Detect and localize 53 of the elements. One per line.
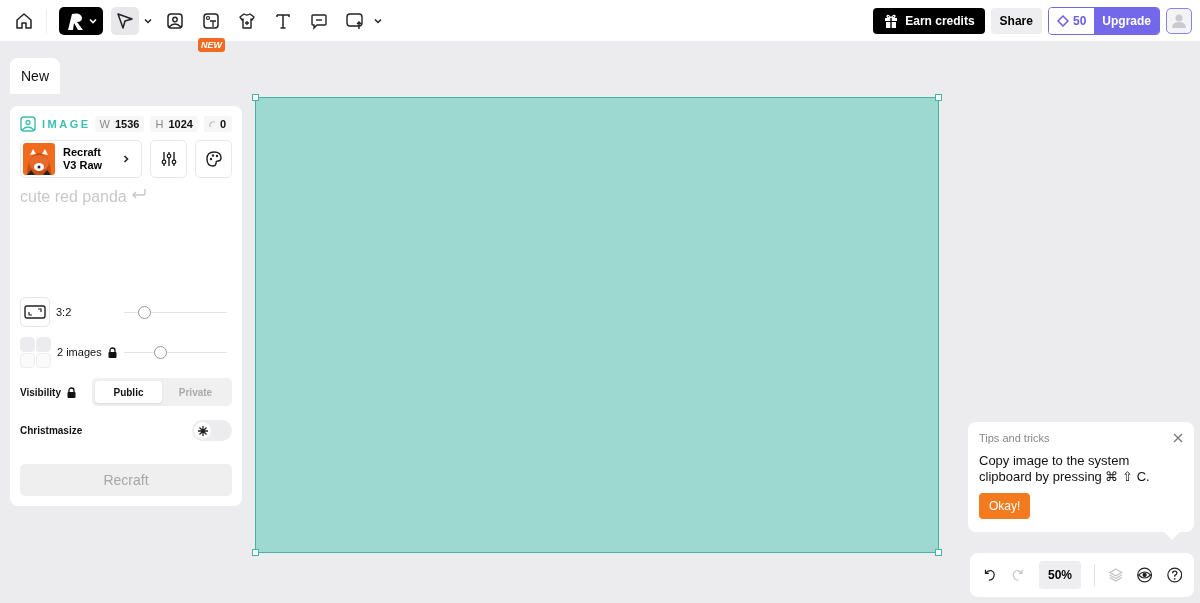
close-icon[interactable] <box>1173 433 1183 443</box>
home-icon[interactable] <box>14 10 34 31</box>
slider-thumb[interactable] <box>137 305 151 319</box>
width-field[interactable]: W 1536 <box>94 116 145 132</box>
resize-handle[interactable] <box>252 549 259 556</box>
new-tab[interactable]: New <box>10 58 60 94</box>
user-icon <box>1171 12 1187 29</box>
image-icon <box>20 116 36 132</box>
diamond-icon <box>1056 14 1069 27</box>
model-selector[interactable]: Recraft V3 Raw <box>20 140 142 178</box>
text-image-icon <box>202 11 220 30</box>
snowflake-icon <box>196 424 209 437</box>
avatar-button[interactable] <box>1166 7 1192 34</box>
slider-thumb[interactable] <box>154 345 168 359</box>
corner-radius-icon <box>208 121 215 127</box>
earn-credits-button[interactable]: Earn credits <box>873 7 985 34</box>
upload-icon <box>345 11 365 30</box>
aspect-ratio-button[interactable] <box>20 297 50 327</box>
gift-icon <box>883 12 900 29</box>
aspect-ratio-icon <box>24 305 46 319</box>
visibility-option[interactable]: Public <box>95 381 162 403</box>
help-icon[interactable] <box>1166 566 1183 584</box>
image-icon <box>166 11 184 30</box>
image-count-label: 2 images <box>57 346 102 358</box>
visibility-label: Visibility <box>20 386 61 398</box>
zoom-button[interactable]: 50% <box>1038 561 1081 589</box>
logo-menu-button[interactable] <box>59 6 103 35</box>
settings-button[interactable] <box>150 140 187 178</box>
new-badge: NEW <box>198 37 225 52</box>
upgrade-button[interactable]: Upgrade <box>1094 7 1159 34</box>
palette-button[interactable] <box>195 140 232 178</box>
pointer-tool-button[interactable] <box>111 6 139 35</box>
resize-handle[interactable] <box>935 549 942 556</box>
comment-icon <box>310 11 328 30</box>
tips-text: Copy image to the system clipboard by pressing ⌘ ⇧ C. <box>979 453 1151 485</box>
text-icon <box>274 11 292 30</box>
share-button[interactable]: Share <box>990 7 1042 34</box>
shirt-icon <box>238 11 256 30</box>
pointer-icon <box>116 11 134 30</box>
christmasize-switch[interactable] <box>192 420 232 441</box>
type-label: IMAGE <box>42 118 91 130</box>
tips-title: Tips and tricks <box>979 432 1050 444</box>
enter-icon <box>130 188 147 200</box>
resize-handle[interactable] <box>252 94 259 101</box>
sliders-icon <box>159 150 178 168</box>
eye-icon[interactable] <box>1136 566 1154 584</box>
chevron-right-icon <box>121 154 131 164</box>
height-field[interactable]: H 1024 <box>150 116 198 132</box>
resize-handle[interactable] <box>935 94 942 101</box>
corner-radius-field[interactable]: 0 <box>203 116 232 132</box>
palette-icon <box>204 150 223 168</box>
aspect-ratio-label: 3:2 <box>56 306 72 318</box>
christmasize-label: Christmasize <box>20 425 83 436</box>
